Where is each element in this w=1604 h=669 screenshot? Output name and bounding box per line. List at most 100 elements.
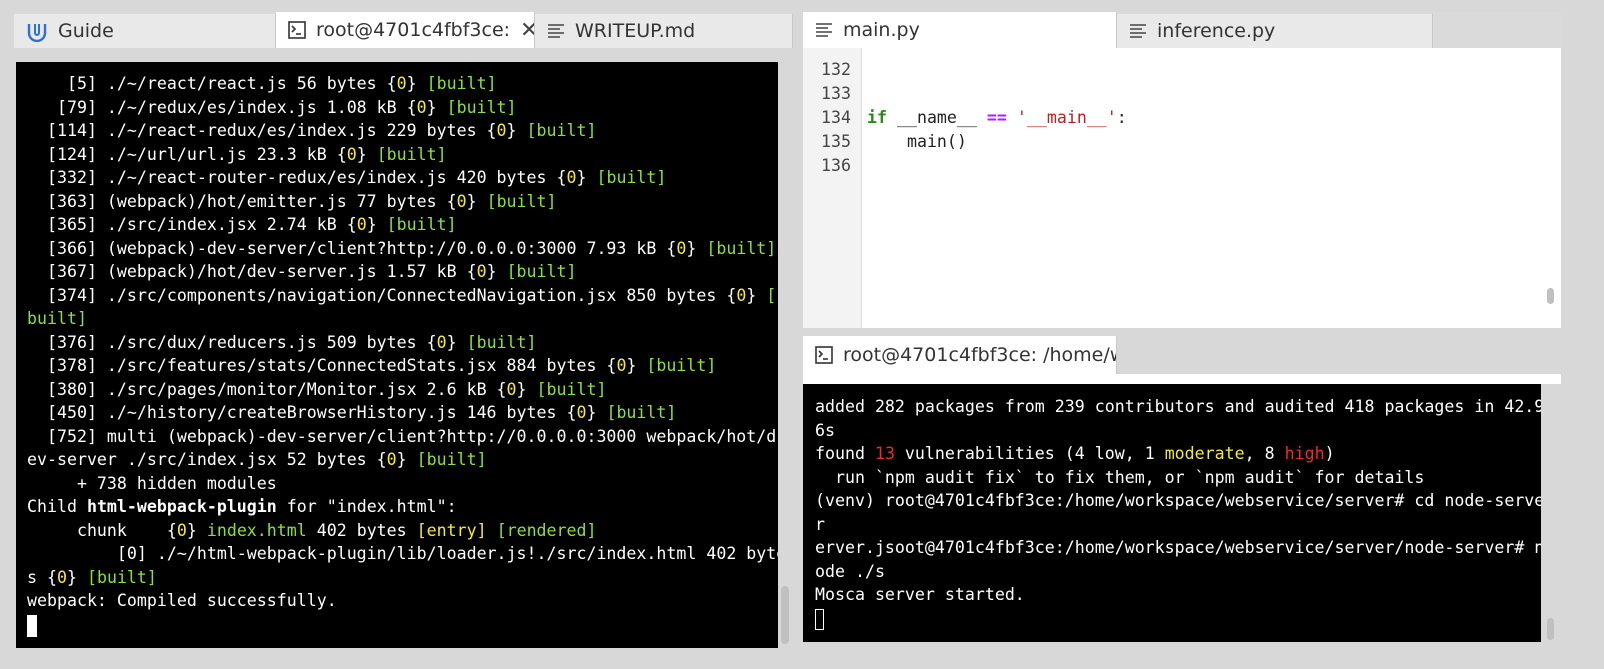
- terminal-line: [367] (webpack)/hot/dev-server.js 1.57 k…: [27, 260, 778, 284]
- terminal-text: 0: [176, 520, 187, 540]
- terminal-text: }: [686, 238, 707, 258]
- terminal-text: 0: [616, 356, 627, 375]
- terminal-line: [378] ./src/features/stats/ConnectedStat…: [27, 354, 778, 378]
- terminal-text: 0: [456, 191, 467, 211]
- terminal-text: }: [356, 144, 377, 164]
- terminal-text: high: [1284, 444, 1325, 463]
- tab-label: inference.py: [1157, 20, 1276, 42]
- terminal-line: [332] ./~/react-router-redux/es/index.js…: [27, 166, 778, 190]
- terminal-text: 402 bytes: [306, 520, 417, 540]
- line-number: 132: [821, 60, 851, 79]
- terminal-text: [365] ./src/index.jsx 2.74 kB {: [27, 215, 357, 234]
- terminal-text: run `npm audit fix` to fix them, or `npm…: [815, 467, 1425, 487]
- terminal-text: 0: [736, 285, 747, 305]
- tab-inference-py[interactable]: inference.py: [1117, 14, 1433, 48]
- terminal-text: }: [366, 215, 387, 234]
- terminal-text: [366] (webpack)-dev-server/client?http:/…: [27, 238, 677, 258]
- terminal-line: [124] ./~/url/url.js 23.3 kB {0} [built]: [27, 143, 778, 167]
- editor-tabbar: main.py inference.py: [803, 12, 1561, 48]
- terminal-text: (venv) root@4701c4fbf3ce:/home/workspace…: [815, 491, 1541, 510]
- terminal-text: 13: [874, 444, 895, 463]
- terminal-line: [450] ./~/history/createBrowserHistory.j…: [27, 401, 778, 425]
- terminal-text: found: [815, 444, 875, 463]
- terminal-text: chunk {: [27, 520, 177, 540]
- terminal-text: [124] ./~/url/url.js 23.3 kB {: [27, 144, 347, 164]
- scrollbar[interactable]: [1547, 618, 1554, 640]
- tab-label: main.py: [843, 19, 920, 41]
- terminal-text: [entry]: [416, 520, 487, 540]
- cursor: [815, 608, 824, 630]
- terminal-text: for "index.html":: [276, 497, 457, 516]
- tab-main-py[interactable]: main.py: [803, 12, 1117, 48]
- terminal-text: 0: [436, 332, 447, 352]
- terminal-text: }: [516, 379, 537, 399]
- terminal-text: 0: [476, 262, 487, 281]
- line-number: 134: [821, 108, 851, 127]
- terminal-text: }: [396, 450, 417, 469]
- terminal-line: r: [815, 513, 1541, 537]
- terminal-text: [built]: [386, 215, 457, 234]
- tab-label: root@4701c4fbf3ce:: [316, 19, 511, 41]
- terminal-text: Child: [27, 497, 87, 516]
- terminal-text: vulnerabilities (4 low, 1: [894, 444, 1165, 463]
- terminal-line: ode ./s: [815, 560, 1541, 584]
- terminal-text: [built]: [526, 121, 597, 140]
- terminal-text: s {: [27, 567, 57, 587]
- terminal-line: [376] ./src/dux/reducers.js 509 bytes {0…: [27, 331, 778, 355]
- terminal-line: Child html-webpack-plugin for "index.htm…: [27, 495, 778, 519]
- terminal-text: [450] ./~/history/createBrowserHistory.j…: [27, 403, 577, 422]
- terminal-line: [0] ./~/html-webpack-plugin/lib/loader.j…: [27, 542, 778, 566]
- terminal-line: 6s: [815, 419, 1541, 443]
- terminal-text: 6s: [815, 420, 835, 440]
- scrollbar[interactable]: [1547, 288, 1554, 304]
- terminal-line: [5] ./~/react/react.js 56 bytes {0} [bui…: [27, 72, 778, 96]
- tab-terminal[interactable]: root@4701c4fbf3ce: ✕: [276, 12, 535, 48]
- terminal-text: }: [406, 74, 427, 93]
- terminal-output[interactable]: added 282 packages from 239 contributors…: [803, 384, 1541, 642]
- close-icon[interactable]: ✕: [520, 18, 534, 43]
- terminal-line: [374] ./src/components/navigation/Connec…: [27, 284, 778, 308]
- code-editor[interactable]: 132 133 134 if __name__ == '__main__': 135 m…: [803, 48, 1561, 328]
- terminal-text: }: [626, 356, 647, 375]
- left-panel: Guide root@4701c4fbf3ce: ✕ WRITEUP.md [5…: [14, 12, 793, 652]
- terminal-text: }: [466, 191, 487, 211]
- terminal-text: [79] ./~/redux/es/index.js 1.08 kB {: [27, 97, 417, 117]
- tab-writeup[interactable]: WRITEUP.md: [535, 14, 793, 48]
- code-token: '__main__': [1016, 108, 1117, 127]
- terminal-text: }: [586, 403, 607, 422]
- line-number: 135: [821, 132, 851, 151]
- document-icon: [1129, 23, 1147, 39]
- tab-strip-gap: [803, 374, 1561, 384]
- terminal-text: [363] (webpack)/hot/emitter.js 77 bytes …: [27, 191, 457, 211]
- tab-guide[interactable]: Guide: [14, 14, 276, 48]
- terminal-text: [378] ./src/features/stats/ConnectedStat…: [27, 356, 617, 375]
- terminal-line: [366] (webpack)-dev-server/client?http:/…: [27, 237, 778, 261]
- tab-terminal-bottom[interactable]: root@4701c4fbf3ce: /home/w: [803, 336, 1117, 374]
- terminal-text: [built]: [506, 262, 577, 281]
- terminal-text: [752] multi (webpack)-dev-server/client?…: [27, 426, 777, 446]
- terminal-text: [built]: [486, 191, 557, 211]
- terminal-line: webpack: Compiled successfully.: [27, 589, 778, 613]
- code-token: ==: [986, 108, 1007, 127]
- terminal-output[interactable]: [5] ./~/react/react.js 56 bytes {0} [bui…: [16, 62, 778, 648]
- tab-label: root@4701c4fbf3ce: /home/w: [843, 344, 1117, 366]
- document-icon: [547, 23, 565, 39]
- terminal-text: }: [446, 332, 467, 352]
- terminal-text: [built]: [426, 74, 497, 93]
- terminal-text: webpack: Compiled successfully.: [27, 591, 337, 610]
- terminal-text: }: [66, 567, 87, 587]
- terminal-text: 0: [416, 97, 427, 117]
- terminal-text: Mosca server started.: [815, 585, 1025, 604]
- terminal-text: }: [506, 121, 527, 140]
- code-token: __name__: [886, 108, 987, 127]
- terminal-text: [114] ./~/react-redux/es/index.js 229 by…: [27, 121, 497, 140]
- terminal-text: built]: [27, 309, 87, 328]
- terminal-text: moderate: [1164, 444, 1245, 463]
- terminal-text: 0: [56, 567, 67, 587]
- terminal-text: [5] ./~/react/react.js 56 bytes {: [27, 74, 397, 93]
- terminal-line: [363] (webpack)/hot/emitter.js 77 bytes …: [27, 190, 778, 214]
- terminal-line: ev-server ./src/index.jsx 52 bytes {0} […: [27, 448, 778, 472]
- scrollbar[interactable]: [781, 586, 789, 644]
- terminal-text: 0: [396, 74, 407, 93]
